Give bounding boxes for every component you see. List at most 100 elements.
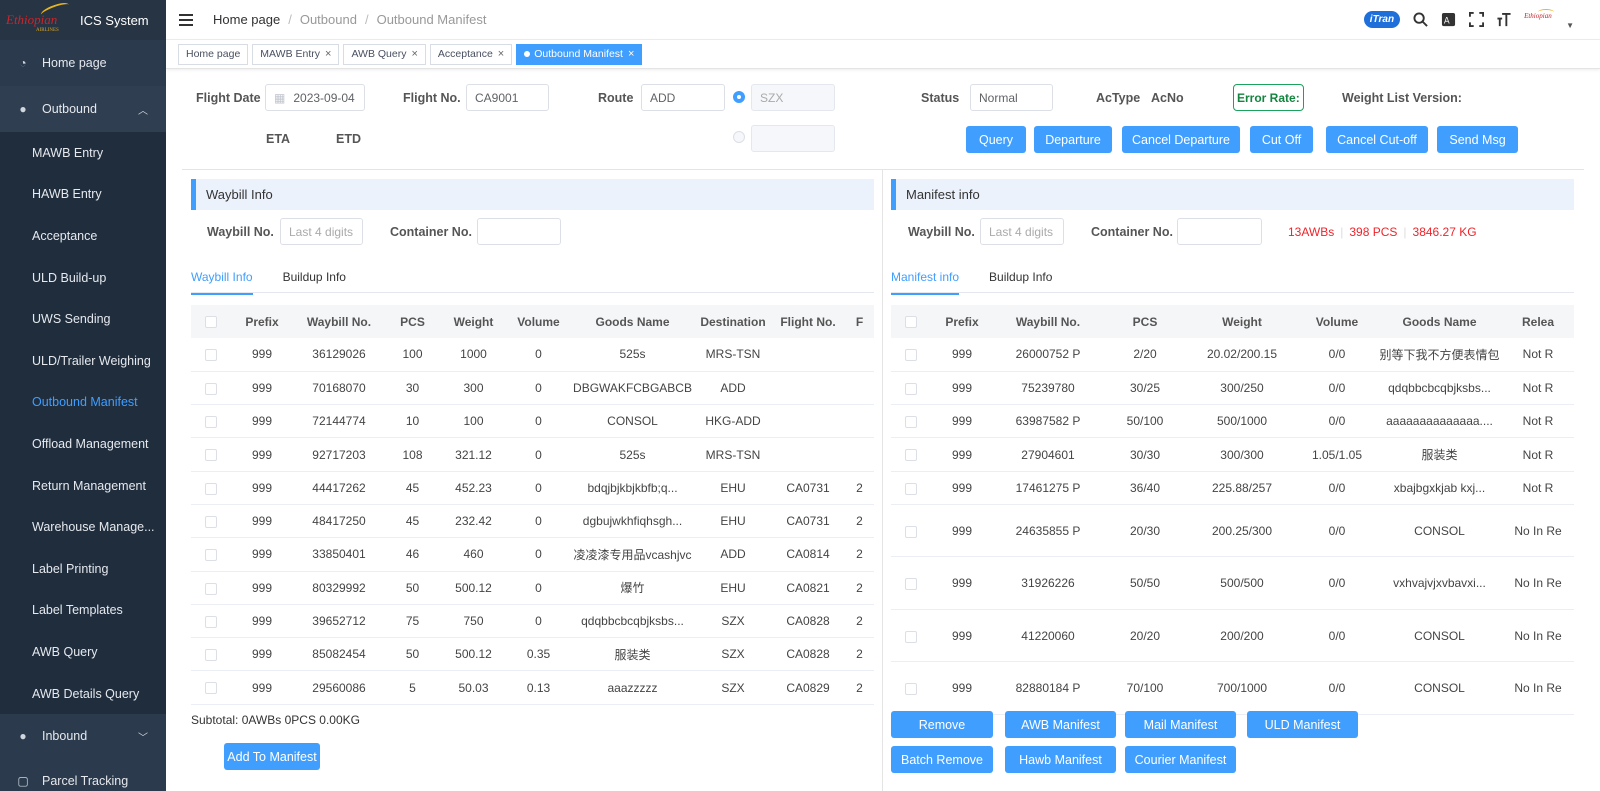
column-header[interactable]: Relea [1502, 305, 1574, 338]
sidebar-item-return-management[interactable]: Return Management [0, 465, 166, 507]
row-checkbox[interactable] [891, 371, 931, 406]
sidebar-item-inbound[interactable]: ● Inbound ﹀ [0, 714, 166, 759]
status-input[interactable]: Normal [970, 84, 1053, 111]
column-header[interactable]: PCS [385, 305, 440, 338]
row-checkbox[interactable] [191, 437, 231, 472]
row-checkbox[interactable] [191, 471, 231, 505]
sidebar-item-outbound-manifest[interactable]: Outbound Manifest [0, 382, 166, 424]
row-checkbox[interactable] [191, 338, 231, 372]
breadcrumb-home[interactable]: Home page [213, 12, 280, 27]
sidebar-item-outbound[interactable]: ● Outbound ︿ [0, 86, 166, 132]
cancel-departure-button[interactable]: Cancel Departure [1122, 126, 1240, 153]
caret-down-icon[interactable]: ▼ [1566, 21, 1574, 30]
search-icon[interactable] [1412, 12, 1428, 28]
sidebar-item-uld-build-up[interactable]: ULD Build-up [0, 257, 166, 299]
flight-no-input[interactable]: CA9001 [466, 84, 549, 111]
sidebar-item-uld-trailer-weighing[interactable]: ULD/Trailer Weighing [0, 340, 166, 382]
select-all-checkbox[interactable] [191, 305, 231, 338]
uld-manifest-button[interactable]: ULD Manifest [1247, 711, 1358, 738]
table-row[interactable]: 999 75239780 30/25 300/250 0/0 qdqbbcbcqbjksb… [891, 371, 1574, 406]
sidebar-item-offload-management[interactable]: Offload Management [0, 423, 166, 465]
row-checkbox[interactable] [191, 537, 231, 572]
row-checkbox[interactable] [891, 471, 931, 505]
table-row[interactable]: 999 17461275 P 36/40 225.88/257 0/0 xbajbgxkj… [891, 471, 1574, 505]
column-header[interactable]: Destination [695, 305, 771, 338]
table-row[interactable]: 999 70168070 30 300 0 DBGWAKFCBGABCB ADD [191, 371, 874, 406]
column-header[interactable]: Weight [1187, 305, 1297, 338]
table-row[interactable]: 999 48417250 45 232.42 0 dgbujwkhfiqhsgh... EH… [191, 504, 874, 539]
tag-outbound-manifest[interactable]: Outbound Manifest × [516, 43, 643, 65]
sidebar-item-awb-details-query[interactable]: AWB Details Query [0, 673, 166, 715]
column-header[interactable]: F [845, 305, 874, 338]
table-row[interactable]: 999 41220060 20/20 200/200 0/0 CONSOL No In Re [891, 609, 1574, 663]
row-checkbox[interactable] [191, 504, 231, 539]
route-to-input[interactable]: SZX [751, 84, 835, 111]
sidebar-item-label-printing[interactable]: Label Printing [0, 548, 166, 590]
table-row[interactable]: 999 39652712 75 750 0 qdqbbcbcqbjksbs... SZX CA… [191, 604, 874, 639]
route-radio-2[interactable] [733, 131, 745, 143]
column-header[interactable]: PCS [1103, 305, 1187, 338]
column-header[interactable]: Goods Name [1377, 305, 1502, 338]
table-row[interactable]: 999 29560086 5 50.03 0.13 aaazzzzz SZX CA0829 2 [191, 670, 874, 705]
table-row[interactable]: 999 26000752 P 2/20 20.02/200.15 0/0 别等下我不方便表… [891, 338, 1574, 372]
send-msg-button[interactable]: Send Msg [1437, 126, 1518, 153]
sidebar-item-hawb-entry[interactable]: HAWB Entry [0, 174, 166, 216]
itran-icon[interactable]: iTran [1363, 11, 1401, 28]
table-row[interactable]: 999 80329992 50 500.12 0 爆竹 EHU CA0821 2 [191, 571, 874, 605]
table-row[interactable]: 999 85082454 50 500.12 0.35 服装类 SZX CA0828 2 [191, 637, 874, 672]
container-no-input[interactable] [477, 218, 561, 245]
courier-manifest-button[interactable]: Courier Manifest [1125, 746, 1236, 773]
app-logo[interactable]: Ethiopian AIRLINES ICS System [0, 0, 166, 40]
column-header[interactable]: Waybill No. [993, 305, 1103, 338]
fullscreen-icon[interactable] [1468, 12, 1484, 28]
column-header[interactable]: Prefix [231, 305, 293, 338]
column-header[interactable]: Volume [1297, 305, 1377, 338]
translate-icon[interactable]: A [1440, 12, 1456, 28]
hawb-manifest-button[interactable]: Hawb Manifest [1005, 746, 1116, 773]
row-checkbox[interactable] [891, 661, 931, 715]
tag-awb-query[interactable]: AWB Query × [343, 43, 426, 65]
waybill-no-input[interactable]: Last 4 digits [280, 218, 363, 245]
cancel-cut-off-button[interactable]: Cancel Cut-off [1326, 126, 1428, 153]
manifest-container-no-input[interactable] [1177, 218, 1262, 245]
table-row[interactable]: 999 63987582 P 50/100 500/1000 0/0 aaaaaaaaaa… [891, 404, 1574, 439]
column-header[interactable]: Prefix [931, 305, 993, 338]
table-row[interactable]: 999 24635855 P 20/30 200.25/300 0/0 CONSOL No … [891, 504, 1574, 558]
sidebar-item-awb-query[interactable]: AWB Query [0, 631, 166, 673]
row-checkbox[interactable] [891, 404, 931, 439]
table-row[interactable]: 999 33850401 46 460 0 凌凌漆专用品vcashjvc ADD CA0814… [191, 537, 874, 572]
sidebar-item-warehouse-manage[interactable]: Warehouse Manage... [0, 506, 166, 548]
row-checkbox[interactable] [191, 571, 231, 605]
select-all-checkbox[interactable] [891, 305, 931, 338]
query-button[interactable]: Query [966, 126, 1026, 153]
column-header[interactable]: Weight [440, 305, 507, 338]
close-icon[interactable]: × [498, 48, 504, 60]
table-row[interactable]: 999 31926226 50/50 500/500 0/0 vxhvajvjxvbavx… [891, 556, 1574, 610]
tag-home-page[interactable]: Home page [178, 43, 249, 65]
mail-manifest-button[interactable]: Mail Manifest [1125, 711, 1236, 738]
sidebar-item-label-templates[interactable]: Label Templates [0, 590, 166, 632]
table-row[interactable]: 999 44417262 45 452.23 0 bdqjbjkbjkbfb;q... EH… [191, 471, 874, 505]
table-row[interactable]: 999 27904601 30/30 300/300 1.05/1.05 服装类 Not R [891, 437, 1574, 472]
row-checkbox[interactable] [191, 604, 231, 639]
column-header[interactable]: Goods Name [570, 305, 695, 338]
row-checkbox[interactable] [891, 338, 931, 372]
close-icon[interactable]: × [325, 48, 331, 60]
table-row[interactable]: 999 92717203 108 321.12 0 525s MRS-TSN [191, 437, 874, 472]
sidebar-item-parcel-tracking[interactable]: ▢ Parcel Tracking [0, 758, 166, 791]
route-alt-input[interactable] [751, 125, 835, 152]
close-icon[interactable]: × [411, 48, 417, 60]
awb-manifest-button[interactable]: AWB Manifest [1005, 711, 1116, 738]
table-row[interactable]: 999 36129026 100 1000 0 525s MRS-TSN [191, 338, 874, 372]
route-from-input[interactable]: ADD [641, 84, 725, 111]
column-header[interactable]: Waybill No. [293, 305, 385, 338]
row-checkbox[interactable] [891, 504, 931, 558]
sidebar-item-uws-sending[interactable]: UWS Sending [0, 298, 166, 340]
row-checkbox[interactable] [891, 556, 931, 610]
add-to-manifest-button[interactable]: Add To Manifest [224, 743, 320, 770]
menu-toggle-icon[interactable] [179, 13, 193, 26]
row-checkbox[interactable] [191, 404, 231, 439]
row-checkbox[interactable] [891, 609, 931, 663]
sidebar-item-home[interactable]: ◔ Home page [0, 40, 166, 86]
row-checkbox[interactable] [891, 437, 931, 472]
